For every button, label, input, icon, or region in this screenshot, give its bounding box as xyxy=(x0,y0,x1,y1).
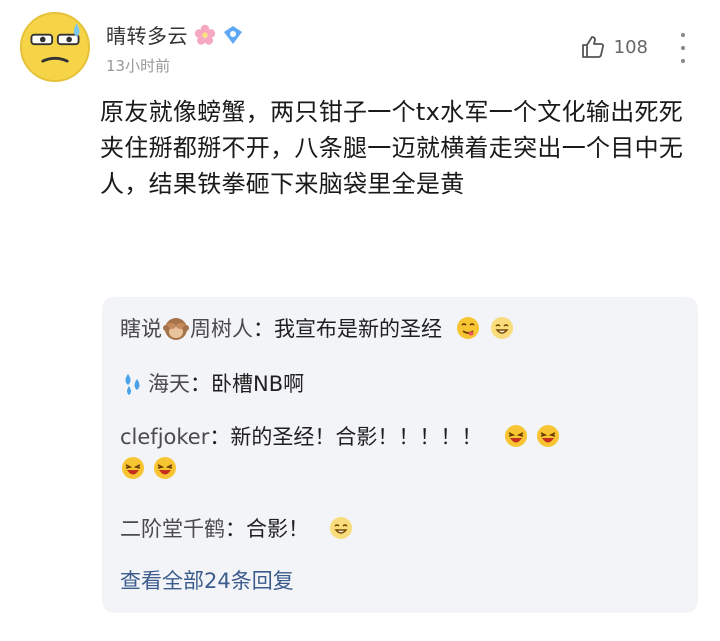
reply-separator: ： xyxy=(225,517,246,541)
username[interactable]: 晴转多云 xyxy=(106,20,188,49)
reply-text: 新的圣经！合影！！！！！ xyxy=(230,425,483,449)
timestamp: 13小时前 xyxy=(106,57,171,75)
reply-separator: ： xyxy=(209,425,231,449)
reply-item[interactable]: 二阶堂千鹤：合影！ xyxy=(120,513,354,545)
comment-text: 原友就像螃蟹，两只钳子一个tx水军一个文化输出死死夹住掰都掰不开，八条腿一迈就横… xyxy=(100,98,684,198)
reply-text: 合影！ xyxy=(246,517,309,541)
smirk-face-icon xyxy=(328,515,354,541)
reply-text: 我宣布是新的圣经 xyxy=(274,317,442,341)
reply-author[interactable]: 二阶堂千鹤 xyxy=(120,517,225,541)
sakura-flower-icon xyxy=(194,24,216,46)
reply-item[interactable]: 瞎说 周树人：我宣布是新的圣经 xyxy=(120,313,515,345)
vip-diamond-icon xyxy=(222,24,244,46)
reply-item[interactable]: clefjoker：新的圣经！合影！！！！！ xyxy=(120,421,680,485)
reply-separator: ： xyxy=(253,317,274,341)
view-all-replies-link[interactable]: 查看全部24条回复 xyxy=(120,565,294,595)
like-count: 108 xyxy=(613,36,648,58)
sweat-droplets-icon xyxy=(120,370,146,396)
user-header: 晴转多云 xyxy=(106,20,244,49)
laughing-face-icon xyxy=(503,423,529,449)
avatar[interactable] xyxy=(20,12,90,82)
laughing-face-icon xyxy=(535,423,561,449)
more-options-icon[interactable] xyxy=(680,33,686,63)
reply-separator: ： xyxy=(190,372,211,396)
replies-panel[interactable]: 瞎说 周树人：我宣布是新的圣经 海天：卧槽NB啊 clefjoker：新的圣经！… xyxy=(102,297,698,613)
smirk-face-icon xyxy=(489,315,515,341)
thumbs-up-icon xyxy=(581,36,604,58)
reply-item[interactable]: 海天：卧槽NB啊 xyxy=(120,368,304,400)
laughing-face-icon xyxy=(152,455,178,481)
laughing-face-icon xyxy=(120,455,146,481)
like-button[interactable]: 108 xyxy=(580,34,648,60)
monkey-see-no-evil-icon xyxy=(163,315,189,341)
reply-text: 卧槽NB啊 xyxy=(211,372,305,396)
yum-face-icon xyxy=(455,315,481,341)
reply-author[interactable]: 海天 xyxy=(148,372,190,396)
sweat-face-icon xyxy=(22,14,88,80)
reply-author-suffix[interactable]: 周树人 xyxy=(190,317,253,341)
reply-author[interactable]: 瞎说 xyxy=(120,317,162,341)
reply-author[interactable]: clefjoker xyxy=(120,425,209,449)
